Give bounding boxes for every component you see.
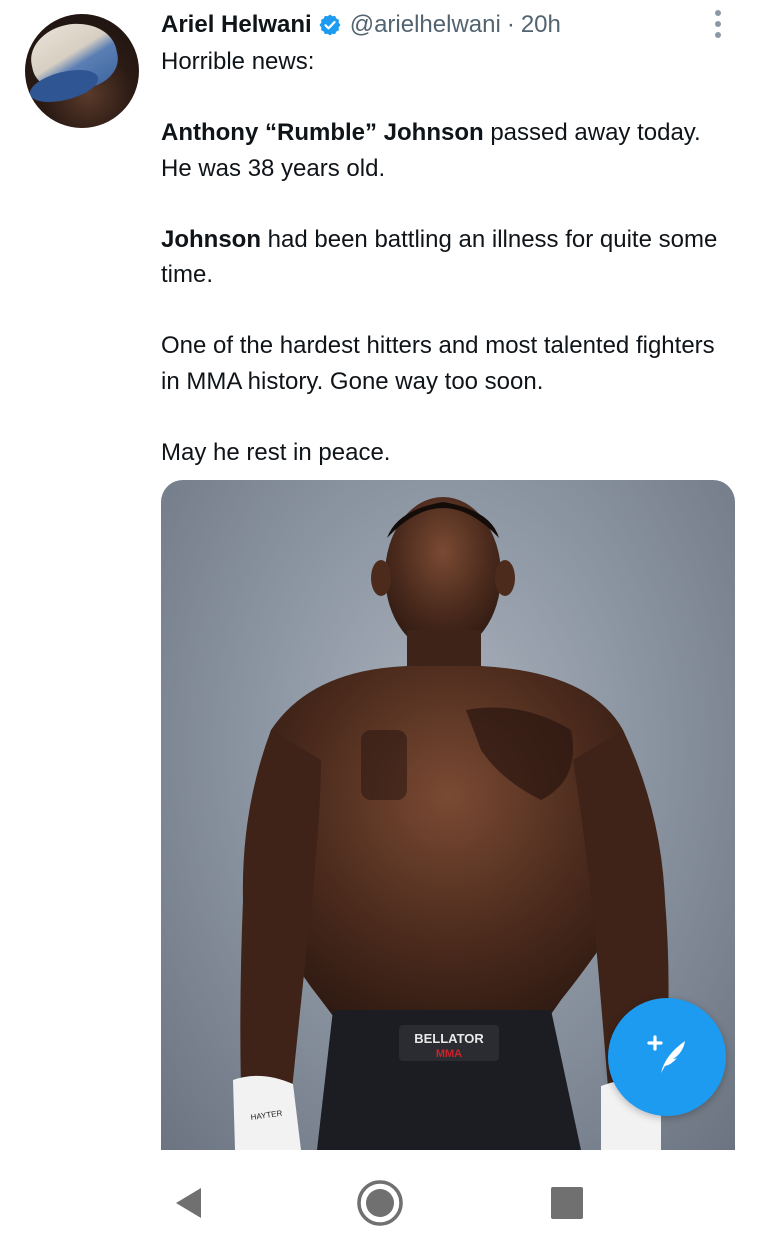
tweet-text-segment: One of the hardest hitters and most tale…: [161, 332, 715, 395]
waistband-bellator-text: BELLATOR: [414, 1031, 484, 1046]
tweet-text: Horrible news: Anthony “Rumble” Johnson p…: [161, 44, 731, 506]
separator-dot: ·: [506, 11, 515, 38]
home-circle-icon[interactable]: [355, 1178, 405, 1228]
tweet-paragraph: Johnson had been battling an illness for…: [161, 222, 731, 293]
tweet-text-segment: May he rest in peace.: [161, 438, 391, 466]
tweet-paragraph: Horrible news:: [161, 44, 731, 80]
tweet-text-segment: Horrible news:: [161, 48, 315, 75]
tweet-time[interactable]: 20h: [521, 11, 561, 39]
recents-square-icon[interactable]: [542, 1178, 592, 1228]
verified-badge-icon: [318, 13, 342, 37]
display-name[interactable]: Ariel Helwani: [161, 11, 312, 39]
compose-tweet-icon: [641, 1029, 693, 1086]
avatar[interactable]: [25, 14, 139, 128]
back-triangle-icon[interactable]: [164, 1178, 214, 1228]
tweet-paragraph: May he rest in peace.: [161, 435, 731, 471]
compose-tweet-button[interactable]: [608, 998, 726, 1116]
waistband-mma-text: MMA: [436, 1048, 462, 1060]
tweet-paragraph: One of the hardest hitters and most tale…: [161, 328, 731, 399]
user-handle[interactable]: @arielhelwani: [350, 11, 501, 39]
android-navigation-bar: [0, 1150, 760, 1253]
tweet-bold-text: Johnson: [161, 225, 261, 253]
tweet-bold-text: Anthony “Rumble” Johnson: [161, 119, 484, 146]
tweet-header: Ariel Helwani @arielhelwani · 20h: [161, 8, 561, 42]
tweet[interactable]: Ariel Helwani @arielhelwani · 20h Horrib…: [0, 0, 760, 1150]
tweet-paragraph: Anthony “Rumble” Johnson passed away tod…: [161, 115, 731, 186]
more-vertical-icon[interactable]: [712, 10, 724, 38]
